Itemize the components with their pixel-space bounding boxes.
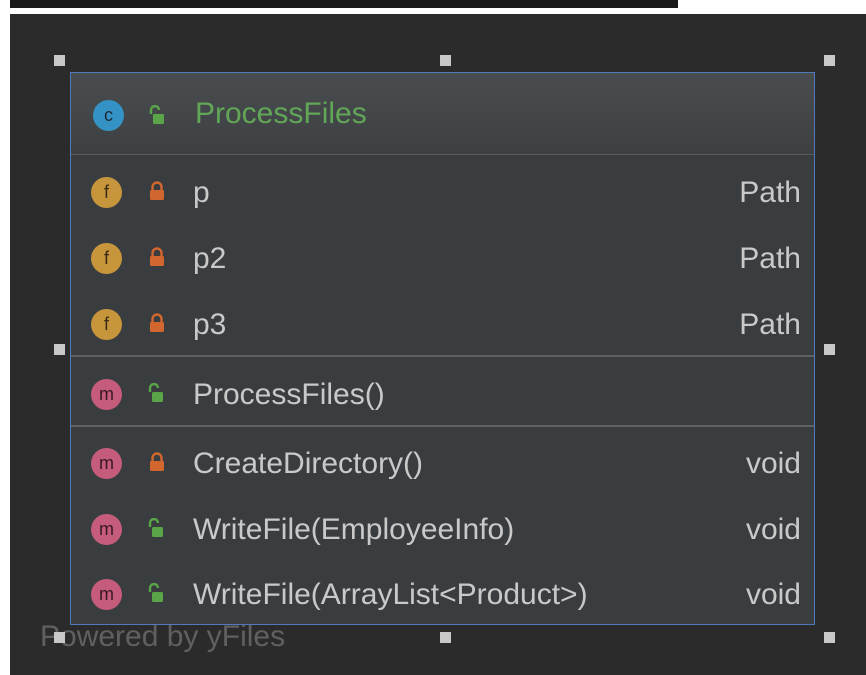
method-icon: m [91, 579, 122, 610]
field-row[interactable]: f p Path [71, 161, 814, 227]
method-name: WriteFile(EmployeeInfo) [193, 513, 515, 546]
method-return-type: void [745, 513, 801, 546]
resize-handle-top-right[interactable] [824, 55, 835, 66]
class-node[interactable]: c ProcessFiles f p Path f p2 Path f p3 P… [70, 72, 815, 625]
resize-handle-top-left[interactable] [54, 55, 65, 66]
class-header[interactable]: c ProcessFiles [71, 73, 814, 155]
field-icon: f [91, 177, 122, 208]
field-icon: f [91, 243, 122, 274]
public-lock-icon [148, 383, 163, 402]
resize-handle-bottom-center[interactable] [440, 632, 451, 643]
public-lock-icon [148, 583, 163, 602]
class-name: ProcessFiles [195, 97, 367, 130]
field-type: Path [739, 242, 801, 275]
field-row[interactable]: f p2 Path [71, 227, 814, 293]
private-lock-icon [150, 181, 164, 200]
public-lock-icon [148, 518, 163, 537]
section-divider [71, 355, 814, 357]
resize-handle-bottom-left[interactable] [54, 632, 65, 643]
top-strip [10, 0, 678, 8]
method-icon: m [91, 448, 122, 479]
method-name: CreateDirectory() [193, 447, 424, 480]
field-icon: f [91, 309, 122, 340]
field-name: p2 [193, 242, 227, 275]
field-row[interactable]: f p3 Path [71, 293, 814, 359]
method-icon: m [91, 379, 122, 410]
resize-handle-bottom-right[interactable] [824, 632, 835, 643]
diagram-canvas[interactable]: Powered by yFiles c ProcessFiles f p Pat… [10, 14, 866, 675]
constructor-row[interactable]: m ProcessFiles() [71, 361, 814, 427]
section-divider [71, 425, 814, 427]
class-icon: c [93, 100, 124, 131]
method-return-type: void [745, 447, 801, 480]
constructor-name: ProcessFiles() [193, 378, 385, 411]
method-row[interactable]: m WriteFile(EmployeeInfo) void [71, 497, 814, 563]
public-lock-icon [149, 105, 164, 124]
method-name: WriteFile(ArrayList<Product>) [193, 578, 588, 611]
field-type: Path [739, 308, 801, 341]
field-name: p3 [193, 308, 227, 341]
method-row[interactable]: m CreateDirectory() void [71, 431, 814, 497]
private-lock-icon [150, 313, 164, 332]
method-icon: m [91, 514, 122, 545]
resize-handle-top-center[interactable] [440, 55, 451, 66]
field-name: p [193, 176, 210, 209]
private-lock-icon [150, 452, 164, 471]
method-return-type: void [745, 578, 801, 611]
field-type: Path [739, 176, 801, 209]
resize-handle-middle-left[interactable] [54, 344, 65, 355]
private-lock-icon [150, 247, 164, 266]
resize-handle-middle-right[interactable] [824, 344, 835, 355]
method-row[interactable]: m WriteFile(ArrayList<Product>) void [71, 563, 814, 629]
